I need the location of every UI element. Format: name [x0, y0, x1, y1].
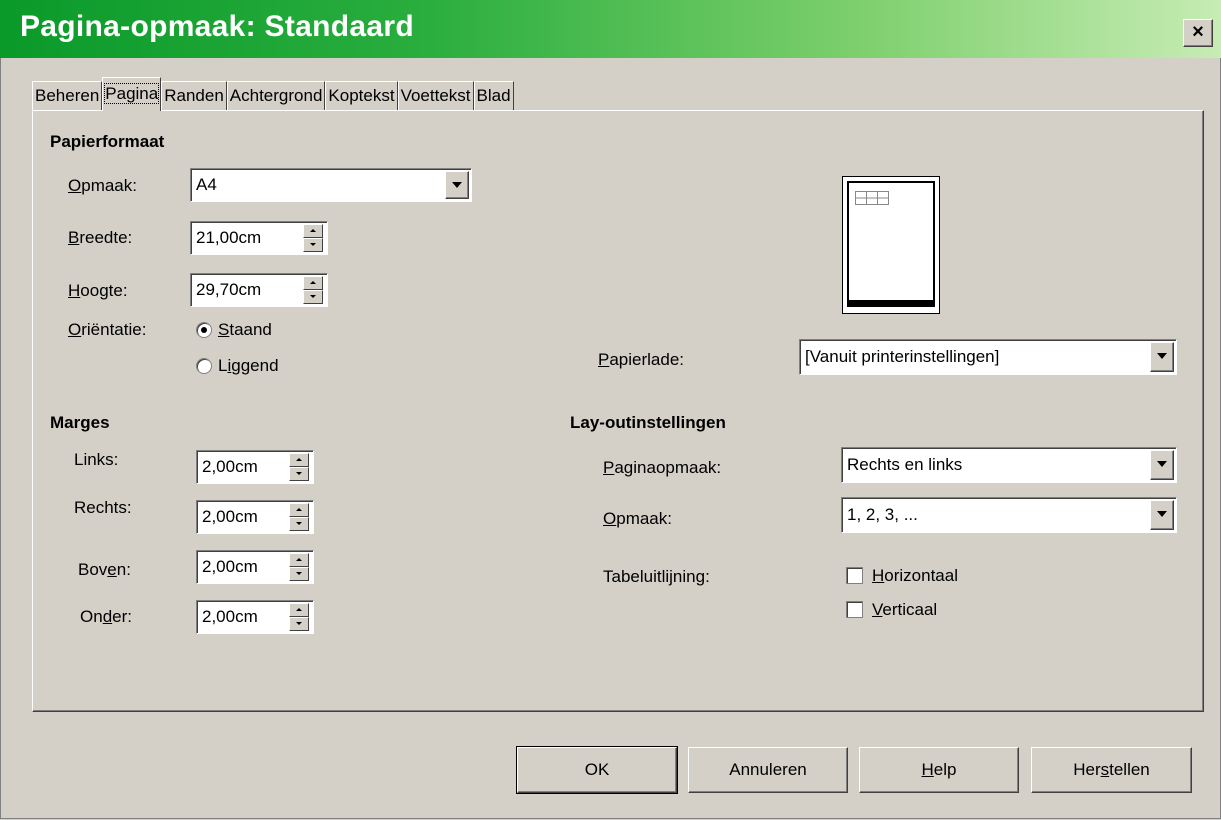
numbering-format-select[interactable]: 1, 2, 3, ...: [841, 497, 1177, 533]
horizontal-label[interactable]: Horizontaal: [872, 566, 958, 586]
format-label: Opmaak:: [68, 176, 137, 195]
close-button[interactable]: ×: [1183, 19, 1213, 47]
height-label: Hoogte:: [68, 281, 128, 300]
tab-koptekst[interactable]: Koptekst: [325, 81, 398, 110]
height-stepper[interactable]: 29,70cm: [190, 273, 328, 307]
spin-up-icon[interactable]: [289, 553, 309, 567]
tab-voettekst[interactable]: Voettekst: [397, 81, 474, 110]
landscape-label[interactable]: Liggend: [218, 356, 279, 376]
chevron-down-icon[interactable]: [1150, 450, 1174, 480]
page-preview-inner: [847, 181, 935, 307]
margin-top-stepper[interactable]: 2,00cm: [196, 550, 314, 584]
width-stepper[interactable]: 21,00cm: [190, 221, 328, 255]
spin-down-icon[interactable]: [289, 567, 309, 581]
tab-pagina[interactable]: Pagina: [102, 77, 162, 111]
spin-up-icon[interactable]: [303, 276, 323, 290]
page-preview-footer: [849, 300, 933, 305]
chevron-down-icon[interactable]: [1150, 342, 1174, 372]
paper-tray-value: [Vanuit printerinstellingen]: [805, 347, 1000, 366]
margin-bottom-value: 2,00cm: [202, 607, 258, 626]
spin-buttons[interactable]: [303, 224, 325, 252]
title-bar: Pagina-opmaak: Standaard ×: [0, 0, 1221, 58]
spin-down-icon[interactable]: [303, 290, 323, 304]
margins-heading: Marges: [50, 413, 110, 432]
margin-top-label: Boven:: [78, 560, 131, 579]
page-preview: [842, 176, 940, 314]
table-alignment-label: Tabeluitlijning:: [603, 567, 710, 586]
margin-right-label: Rechts:: [74, 498, 132, 517]
width-value: 21,00cm: [196, 228, 262, 247]
tab-blad[interactable]: Blad: [473, 81, 514, 110]
spin-up-icon[interactable]: [289, 453, 309, 467]
vertical-label[interactable]: Verticaal: [872, 600, 937, 620]
margin-bottom-label: Onder:: [80, 607, 132, 626]
spin-up-icon[interactable]: [303, 224, 323, 238]
layout-heading: Lay-outinstellingen: [570, 413, 726, 432]
spin-buttons[interactable]: [289, 553, 311, 581]
chevron-down-icon[interactable]: [1150, 500, 1174, 530]
page-layout-value: Rechts en links: [847, 455, 963, 474]
spin-buttons[interactable]: [303, 276, 325, 304]
margin-right-value: 2,00cm: [202, 507, 258, 526]
width-label: Breedte:: [68, 228, 133, 247]
numbering-format-label: Opmaak:: [603, 509, 672, 528]
vertical-checkbox[interactable]: [846, 601, 863, 618]
ok-button[interactable]: OK: [516, 746, 678, 794]
chevron-down-icon[interactable]: [445, 171, 469, 199]
orientation-label: Oriëntatie:: [68, 320, 147, 339]
margin-bottom-stepper[interactable]: 2,00cm: [196, 600, 314, 634]
spin-down-icon[interactable]: [289, 467, 309, 481]
cancel-button[interactable]: Annuleren: [688, 747, 848, 793]
landscape-radio[interactable]: [196, 358, 212, 374]
tab-randen[interactable]: Randen: [161, 81, 227, 110]
reset-button[interactable]: Herstellen: [1031, 747, 1192, 793]
horizontal-checkbox[interactable]: [846, 567, 863, 584]
margin-left-stepper[interactable]: 2,00cm: [196, 450, 314, 484]
margin-top-value: 2,00cm: [202, 557, 258, 576]
portrait-label[interactable]: Staand: [218, 320, 272, 340]
table-icon: [855, 191, 889, 205]
page-layout-label: Paginaopmaak:: [603, 458, 722, 477]
spin-up-icon[interactable]: [289, 503, 309, 517]
paper-tray-select[interactable]: [Vanuit printerinstellingen]: [799, 339, 1177, 375]
margin-left-label: Links:: [74, 450, 119, 469]
margin-right-stepper[interactable]: 2,00cm: [196, 500, 314, 534]
numbering-format-value: 1, 2, 3, ...: [847, 505, 918, 524]
spin-down-icon[interactable]: [303, 238, 323, 252]
portrait-radio[interactable]: [196, 322, 212, 338]
spin-buttons[interactable]: [289, 603, 311, 631]
paper-format-value: A4: [196, 175, 217, 194]
tab-achtergrond[interactable]: Achtergrond: [226, 81, 326, 110]
spin-up-icon[interactable]: [289, 603, 309, 617]
height-value: 29,70cm: [196, 280, 262, 299]
tab-bar: Beheren Pagina Randen Achtergrond Koptek…: [32, 77, 514, 111]
spin-down-icon[interactable]: [289, 517, 309, 531]
margin-left-value: 2,00cm: [202, 457, 258, 476]
spin-down-icon[interactable]: [289, 617, 309, 631]
window-title: Pagina-opmaak: Standaard: [20, 10, 414, 43]
tab-beheren[interactable]: Beheren: [32, 81, 103, 110]
paper-format-heading: Papierformaat: [50, 132, 165, 151]
spin-buttons[interactable]: [289, 453, 311, 481]
spin-buttons[interactable]: [289, 503, 311, 531]
help-button[interactable]: Help: [859, 747, 1019, 793]
paper-format-select[interactable]: A4: [190, 168, 472, 202]
tray-label: Papierlade:: [598, 350, 685, 369]
page-layout-select[interactable]: Rechts en links: [841, 447, 1177, 483]
